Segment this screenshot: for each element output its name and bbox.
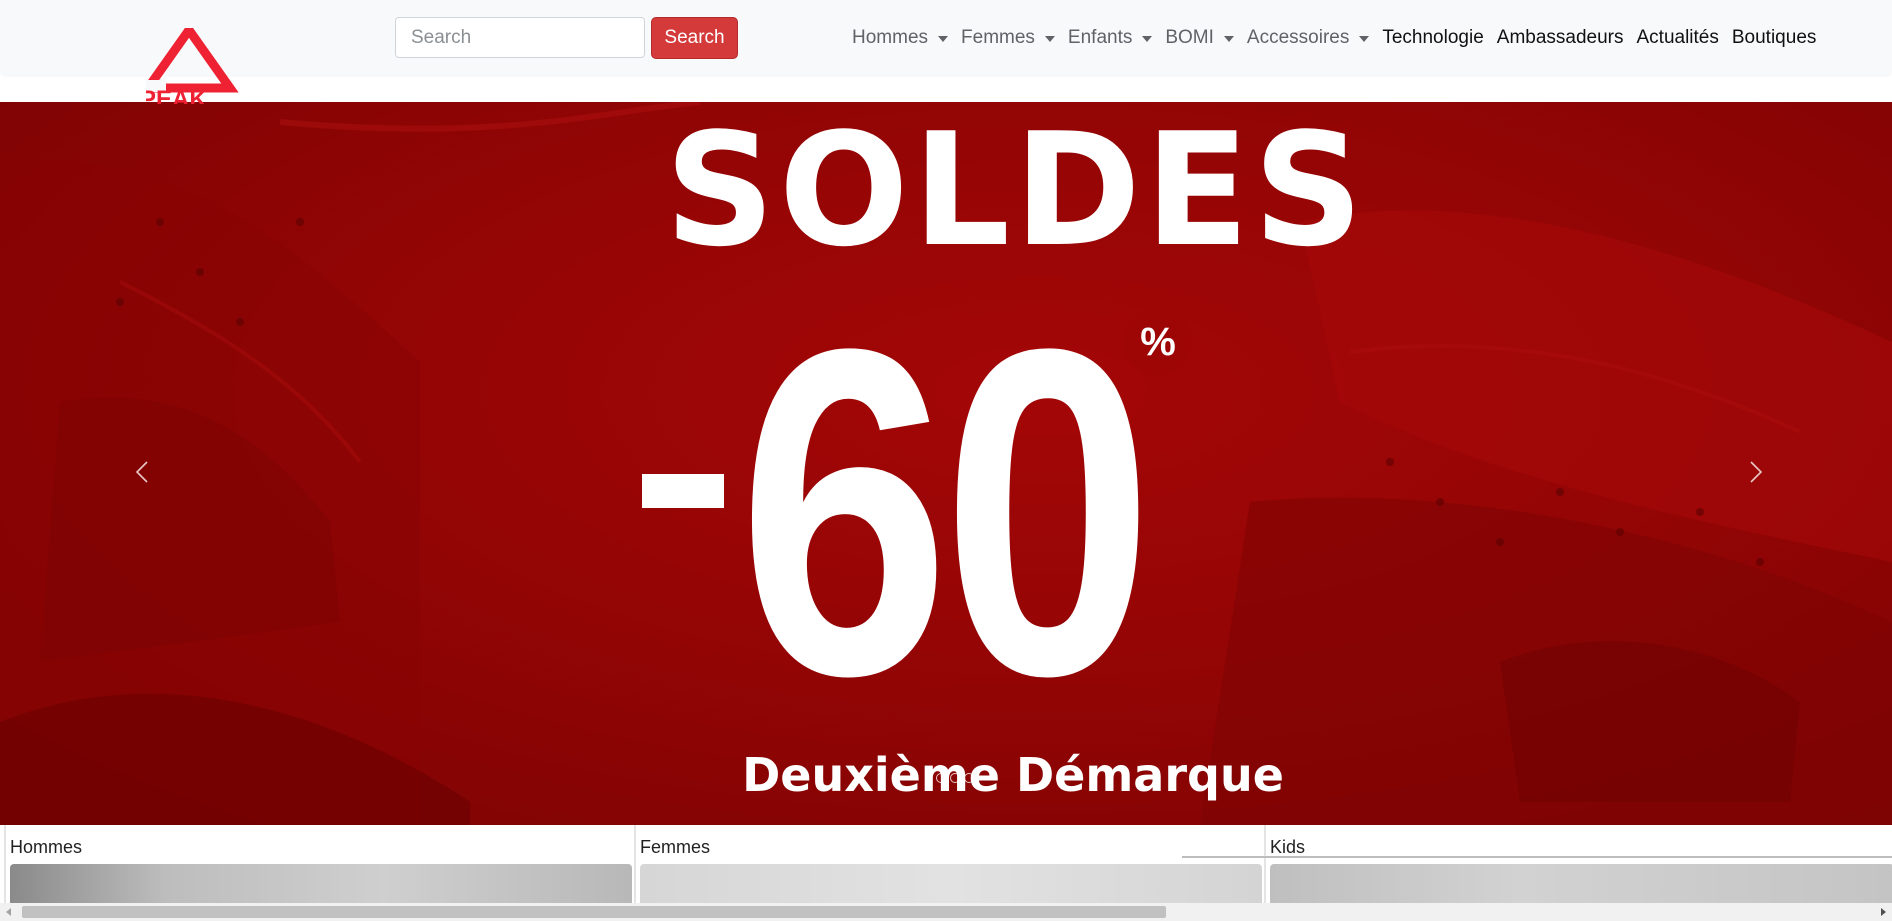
category-image bbox=[640, 864, 1262, 903]
nav-item-ambassadeurs[interactable]: Ambassadeurs bbox=[1497, 27, 1624, 49]
nav-item-label: Actualités bbox=[1636, 27, 1719, 48]
triangle-left-icon bbox=[6, 908, 11, 916]
chevron-left-icon bbox=[135, 461, 148, 483]
triangle-right-icon bbox=[1881, 908, 1886, 916]
caret-down-icon bbox=[1359, 36, 1370, 42]
horizontal-scrollbar[interactable] bbox=[0, 903, 1892, 921]
caret-down-icon bbox=[1223, 36, 1234, 42]
nav-item-label: Technologie bbox=[1382, 27, 1484, 48]
category-card-kids[interactable]: Kids bbox=[1264, 825, 1892, 903]
caret-down-icon bbox=[1044, 36, 1055, 42]
scroll-left-arrow[interactable] bbox=[0, 903, 18, 921]
search-input[interactable] bbox=[395, 17, 645, 58]
nav-item-enfants[interactable]: Enfants bbox=[1067, 27, 1153, 49]
nav-item-label: Ambassadeurs bbox=[1496, 27, 1624, 48]
caret-down-icon bbox=[938, 36, 949, 42]
chevron-right-icon bbox=[1750, 461, 1763, 483]
hero-title: SOLDES bbox=[664, 102, 1368, 281]
discount-value: 60 bbox=[738, 252, 1154, 772]
carousel-prev-button[interactable] bbox=[117, 447, 167, 497]
category-label: Femmes bbox=[640, 837, 711, 857]
category-strip: Hommes Femmes Kids bbox=[0, 825, 1892, 903]
scrollbar-thumb[interactable] bbox=[22, 906, 1166, 918]
nav-item-boutiques[interactable]: Boutiques bbox=[1732, 27, 1817, 49]
nav-item-label: Hommes bbox=[852, 27, 929, 48]
percent-badge: % bbox=[1124, 308, 1192, 376]
nav-item-label: Accessoires bbox=[1246, 27, 1350, 48]
nav-item-label: BOMI bbox=[1165, 27, 1214, 48]
carousel-next-button[interactable] bbox=[1731, 447, 1781, 497]
nav-item-label: Enfants bbox=[1067, 27, 1133, 48]
nav-item-accessoires[interactable]: Accessoires bbox=[1246, 27, 1370, 49]
scroll-right-arrow[interactable] bbox=[1874, 903, 1892, 921]
category-label: Hommes bbox=[10, 837, 83, 857]
carousel-indicator[interactable] bbox=[936, 773, 946, 783]
minus-sign bbox=[642, 474, 724, 508]
nav-item-label: Boutiques bbox=[1731, 27, 1817, 48]
nav-item-femmes[interactable]: Femmes bbox=[961, 27, 1055, 49]
category-image bbox=[1270, 864, 1892, 903]
category-card-femmes[interactable]: Femmes bbox=[634, 825, 1262, 903]
peak-logo[interactable]: PEAK bbox=[146, 28, 246, 104]
hero-subtitle: Deuxième Démarque bbox=[742, 748, 1284, 802]
caret-down-icon bbox=[1142, 36, 1153, 42]
nav-item-actualites[interactable]: Actualités bbox=[1637, 27, 1719, 49]
nav-item-hommes[interactable]: Hommes bbox=[852, 27, 949, 49]
hero-carousel[interactable]: SOLDES 60 % Deuxième Démarque bbox=[0, 102, 1892, 825]
nav-item-technologie[interactable]: Technologie bbox=[1382, 27, 1483, 49]
main-nav: Hommes Femmes Enfants BOMI Accessoires T… bbox=[852, 22, 1829, 54]
svg-text:PEAK: PEAK bbox=[146, 86, 207, 104]
divider bbox=[1182, 856, 1892, 858]
category-label: Kids bbox=[1270, 837, 1306, 857]
search-button[interactable]: Search bbox=[651, 17, 738, 59]
carousel-indicator[interactable] bbox=[950, 773, 960, 783]
category-image bbox=[10, 864, 632, 903]
category-card-hommes[interactable]: Hommes bbox=[4, 825, 632, 903]
carousel-indicators bbox=[936, 773, 974, 783]
nav-item-label: Femmes bbox=[961, 27, 1035, 48]
navbar: PEAK Search Hommes Femmes Enfants BOMI A… bbox=[0, 0, 1892, 104]
carousel-indicator[interactable] bbox=[964, 773, 974, 783]
nav-item-bomi[interactable]: BOMI bbox=[1165, 27, 1234, 49]
